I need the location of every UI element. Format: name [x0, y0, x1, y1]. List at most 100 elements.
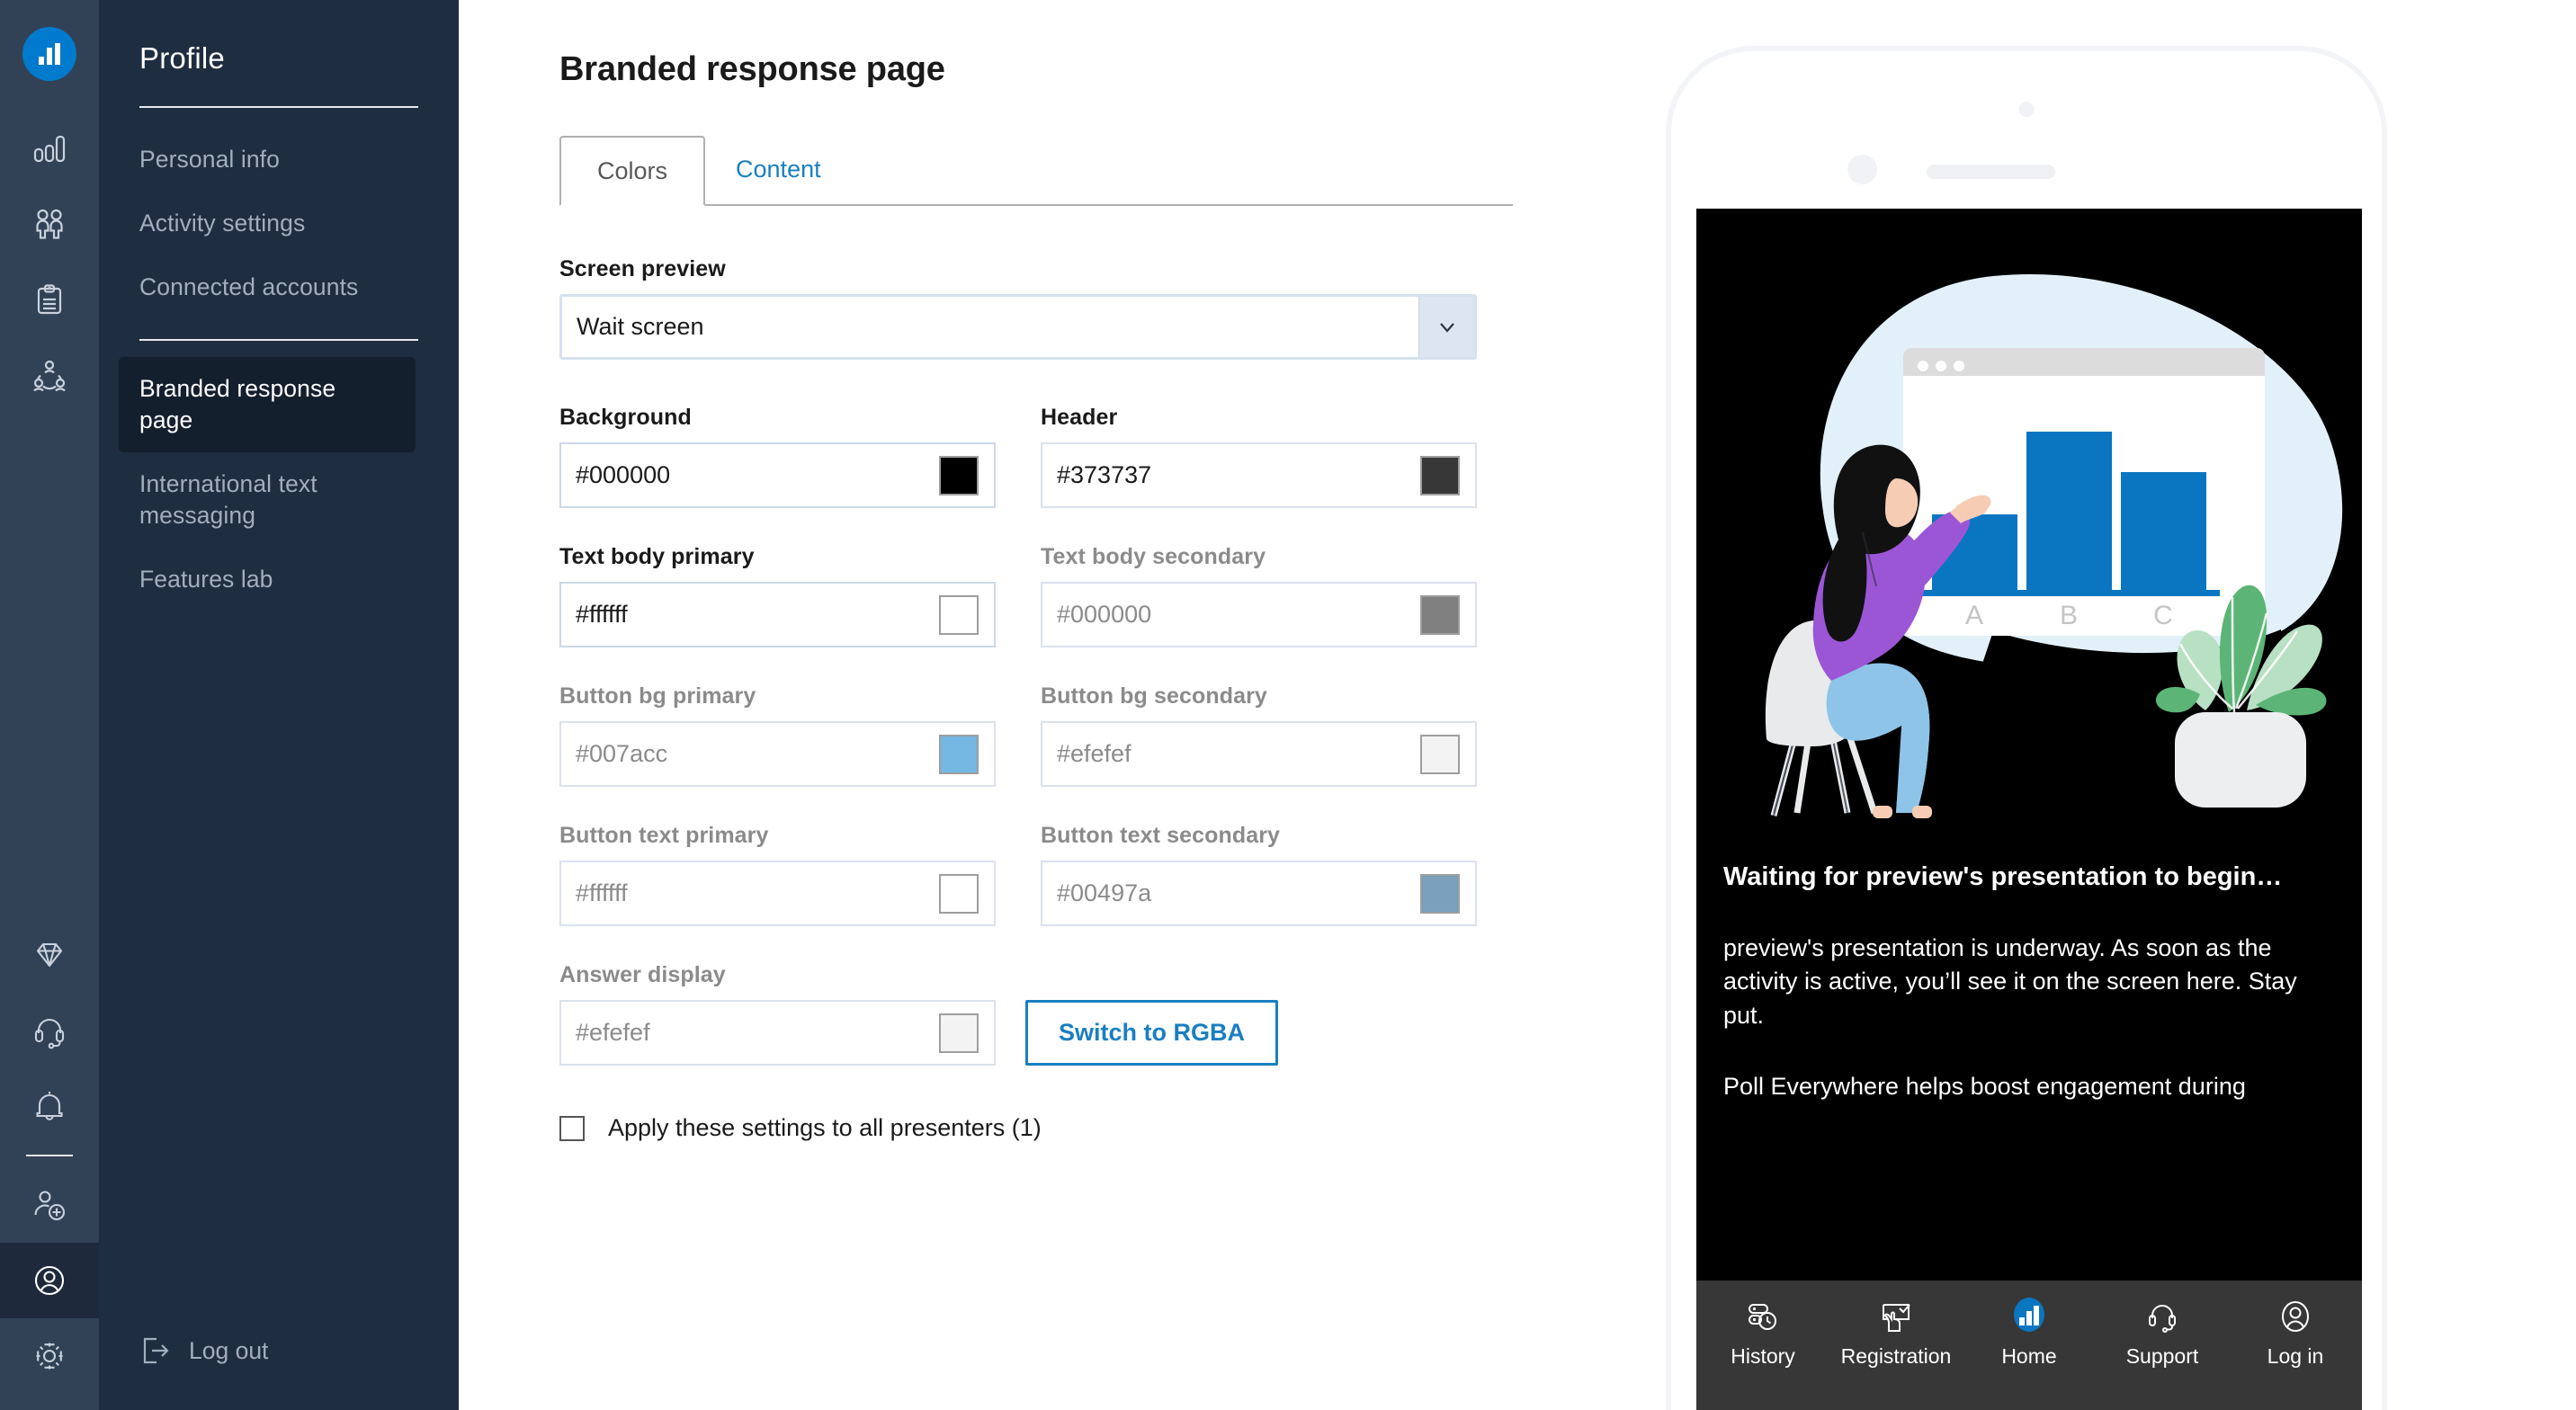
nav-label-history: History: [1731, 1344, 1795, 1368]
poll-everywhere-logo[interactable]: [22, 27, 76, 81]
teams-network-icon[interactable]: [0, 338, 99, 414]
sidebar-nav-group-1: Personal info Activity settings Connecte…: [99, 108, 459, 319]
add-user-icon[interactable]: [0, 1167, 99, 1243]
color-input-button-bg-secondary[interactable]: #efefef: [1041, 721, 1477, 787]
color-value-text-body-secondary: #000000: [1057, 601, 1152, 628]
profile-account-icon[interactable]: [0, 1243, 99, 1318]
profile-account-icon: [2277, 1297, 2313, 1336]
headset-support-icon[interactable]: [0, 993, 99, 1068]
chevron-down-icon[interactable]: [1418, 297, 1474, 357]
nav-item-registration[interactable]: Registration: [1833, 1297, 1959, 1369]
color-input-text-body-secondary[interactable]: #000000: [1041, 582, 1477, 647]
svg-text:C: C: [2153, 601, 2173, 630]
tab-colors[interactable]: Colors: [559, 136, 706, 206]
color-value-button-text-secondary: #00497a: [1057, 879, 1152, 906]
field-label-text-body-secondary: Text body secondary: [1041, 544, 1266, 569]
field-button-text-primary: Button text primary #ffffff: [559, 823, 996, 926]
color-swatch-header[interactable]: [1420, 455, 1460, 495]
svg-text:B: B: [2060, 601, 2078, 630]
apply-all-presenters-checkbox[interactable]: [559, 1115, 585, 1141]
phone-sensor-icon: [1847, 155, 1877, 184]
apply-all-presenters-label: Apply these settings to all presenters (…: [608, 1114, 1042, 1141]
nav-item-support[interactable]: Support: [2099, 1297, 2225, 1369]
color-value-button-text-primary: #ffffff: [576, 879, 628, 906]
field-text-body-secondary: Text body secondary #000000: [1041, 544, 1477, 647]
sidebar-item-features-lab[interactable]: Features lab: [119, 548, 439, 611]
field-label-button-text-primary: Button text primary: [559, 823, 769, 848]
screen-preview-select[interactable]: Wait screen: [559, 294, 1477, 360]
color-swatch-button-text-secondary[interactable]: [1420, 873, 1460, 914]
color-swatch-button-text-primary[interactable]: [939, 873, 979, 914]
nav-item-login[interactable]: Log in: [2232, 1297, 2358, 1369]
sidebar-item-branded-response-page[interactable]: Branded response page: [119, 356, 416, 452]
wait-screen-heading: Waiting for preview's presentation to be…: [1723, 862, 2283, 891]
color-value-button-bg-secondary: #efefef: [1057, 740, 1131, 767]
color-fields-grid: Background #000000 Header #373737 Text b…: [559, 360, 1477, 926]
phone-speaker-icon: [1927, 165, 2055, 179]
tab-content[interactable]: Content: [705, 134, 852, 204]
color-swatch-text-body-secondary[interactable]: [1420, 594, 1460, 635]
sidebar-item-personal-info[interactable]: Personal info: [119, 128, 439, 192]
nav-item-history[interactable]: History: [1700, 1297, 1826, 1369]
participants-people-icon[interactable]: [0, 187, 99, 263]
field-button-bg-primary: Button bg primary #007acc: [559, 683, 996, 787]
phone-preview-frame: A B C Waiting for preview's presentation…: [1667, 47, 2386, 1410]
nav-label-login: Log in: [2267, 1344, 2324, 1368]
field-answer-display: Answer display #efefef Switch to RGBA: [559, 962, 1477, 1066]
svg-text:A: A: [1965, 601, 1983, 630]
color-swatch-text-body-primary[interactable]: [939, 594, 979, 635]
color-value-answer-display: #efefef: [576, 1019, 650, 1046]
field-button-bg-secondary: Button bg secondary #efefef: [1041, 683, 1477, 787]
bell-notifications-icon[interactable]: [0, 1068, 99, 1144]
apply-all-presenters-row: Apply these settings to all presenters (…: [559, 1114, 1477, 1142]
color-input-answer-display[interactable]: #efefef: [559, 1000, 996, 1066]
color-input-button-text-secondary[interactable]: #00497a: [1041, 861, 1477, 926]
field-background: Background #000000: [559, 405, 996, 508]
tab-bar: Colors Content: [559, 136, 1513, 206]
color-swatch-answer-display[interactable]: [939, 1013, 979, 1053]
logout-icon: [139, 1334, 172, 1367]
logout-button[interactable]: Log out: [139, 1334, 268, 1367]
headset-support-icon: [2144, 1297, 2180, 1336]
diamond-upgrade-icon[interactable]: [0, 917, 99, 993]
color-input-button-bg-primary[interactable]: #007acc: [559, 721, 996, 787]
color-input-background[interactable]: #000000: [559, 442, 996, 508]
sidebar-item-international-text-messaging[interactable]: International text messaging: [119, 452, 416, 548]
color-input-header[interactable]: #373737: [1041, 442, 1477, 508]
screen-preview-label: Screen preview: [559, 256, 726, 281]
home-bar-chart-icon: [2011, 1297, 2047, 1336]
logout-label: Log out: [189, 1336, 269, 1364]
field-button-text-secondary: Button text secondary #00497a: [1041, 823, 1477, 926]
field-label-header: Header: [1041, 405, 1118, 430]
field-label-button-bg-secondary: Button bg secondary: [1041, 683, 1267, 709]
sidebar-nav-group-2: Branded response page International text…: [99, 341, 459, 611]
wait-screen-paragraph-2: Poll Everywhere helps boost engagement d…: [1723, 1072, 2246, 1100]
field-header: Header #373737: [1041, 405, 1477, 508]
wait-screen-paragraph-1: preview's presentation is underway. As s…: [1723, 934, 2297, 1029]
color-swatch-button-bg-primary[interactable]: [939, 734, 979, 774]
field-label-answer-display: Answer display: [559, 962, 726, 987]
icon-rail: [0, 0, 99, 1410]
activities-bar-chart-icon[interactable]: [0, 112, 99, 187]
color-swatch-button-bg-secondary[interactable]: [1420, 734, 1460, 774]
wait-screen-illustration: A B C: [1765, 273, 2343, 818]
color-value-header: #373737: [1057, 461, 1152, 488]
profile-sidebar: Profile Personal info Activity settings …: [99, 0, 459, 1410]
field-label-button-text-secondary: Button text secondary: [1041, 823, 1281, 848]
clipboard-reports-icon[interactable]: [0, 263, 99, 338]
color-input-text-body-primary[interactable]: #ffffff: [559, 582, 996, 647]
sidebar-title: Profile: [139, 41, 225, 75]
nav-label-registration: Registration: [1840, 1344, 1952, 1368]
sidebar-item-connected-accounts[interactable]: Connected accounts: [119, 255, 439, 319]
gear-settings-icon[interactable]: [0, 1318, 99, 1394]
nav-label-home: Home: [2001, 1344, 2057, 1368]
color-value-text-body-primary: #ffffff: [576, 601, 628, 628]
nav-item-home[interactable]: Home: [1966, 1297, 2092, 1369]
phone-bottom-navbar: History Registration Home Support Log in: [1696, 1281, 2362, 1410]
color-input-button-text-primary[interactable]: #ffffff: [559, 861, 996, 926]
switch-to-rgba-button[interactable]: Switch to RGBA: [1025, 1000, 1278, 1066]
color-swatch-background[interactable]: [939, 455, 979, 495]
sidebar-item-activity-settings[interactable]: Activity settings: [119, 192, 439, 255]
field-label-button-bg-primary: Button bg primary: [559, 683, 756, 709]
rail-divider: [26, 1155, 73, 1156]
